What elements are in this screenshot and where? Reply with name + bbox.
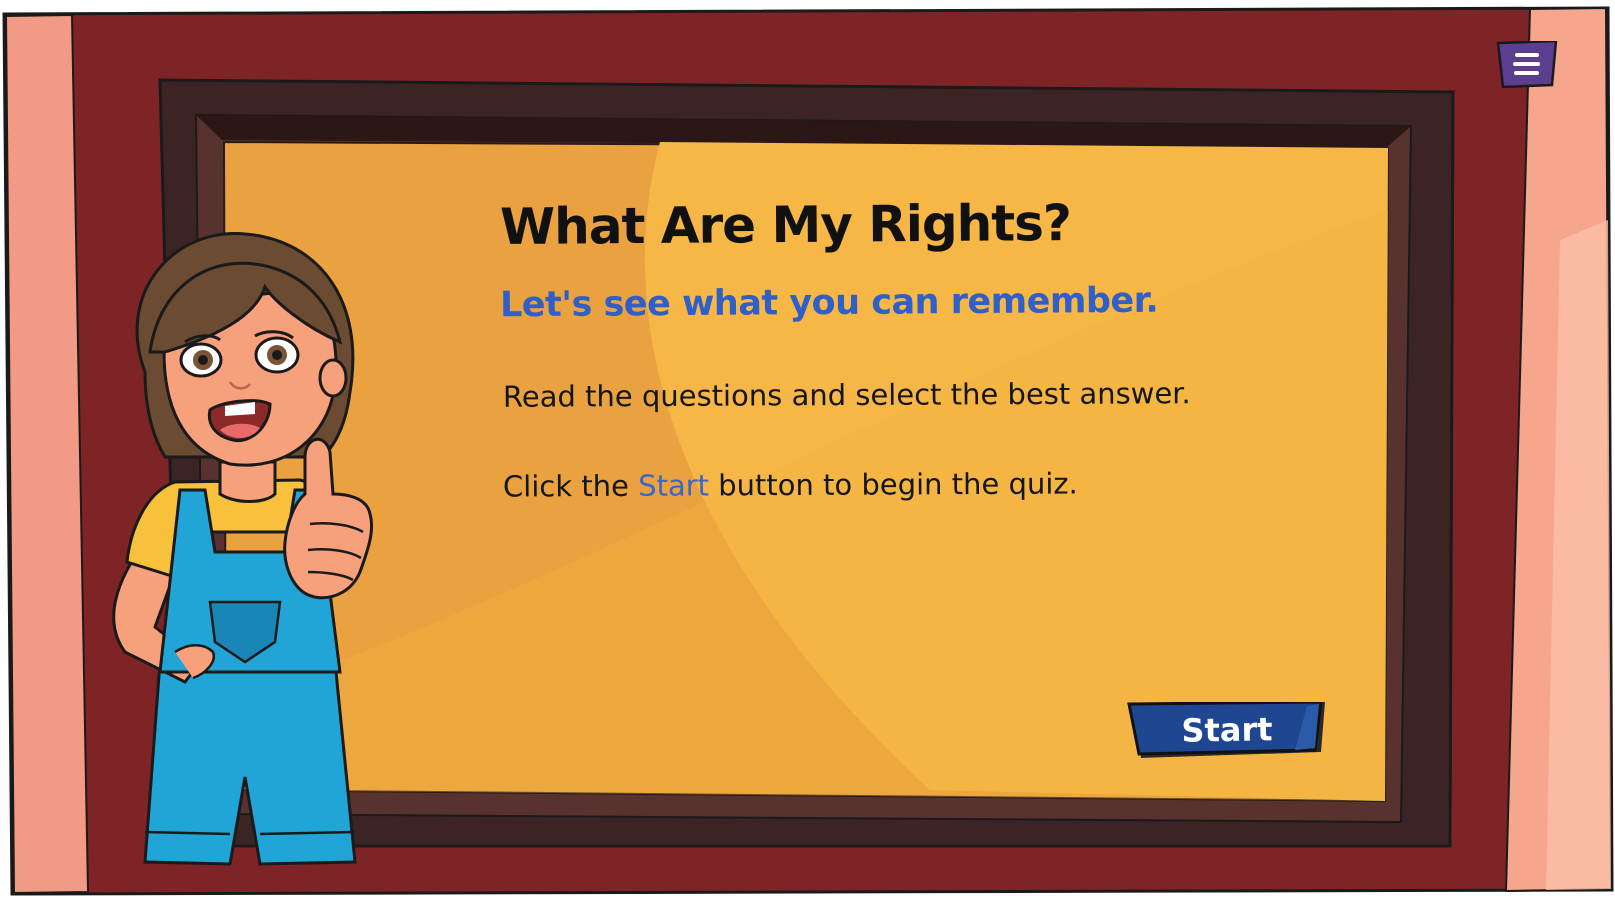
instruction-text-after: button to begin the quiz. bbox=[708, 466, 1078, 503]
menu-button[interactable] bbox=[1495, 39, 1559, 89]
instruction-text-before: Click the bbox=[502, 468, 639, 504]
instruction-start-highlight: Start bbox=[638, 468, 710, 503]
start-button[interactable]: Start bbox=[1127, 702, 1327, 758]
page-subtitle: Let's see what you can remember. bbox=[499, 280, 1159, 326]
hamburger-menu-icon bbox=[1496, 39, 1558, 89]
instruction-click-start: Click the Start button to begin the quiz… bbox=[503, 466, 1078, 503]
child-thumbs-up-character bbox=[112, 232, 374, 866]
start-button-label: Start bbox=[1181, 710, 1273, 750]
page-title: What Are My Rights? bbox=[499, 194, 1072, 256]
instruction-read-questions: Read the questions and select the best a… bbox=[502, 376, 1191, 414]
quiz-intro-screen: What Are My Rights? Let's see what you c… bbox=[0, 0, 1615, 899]
